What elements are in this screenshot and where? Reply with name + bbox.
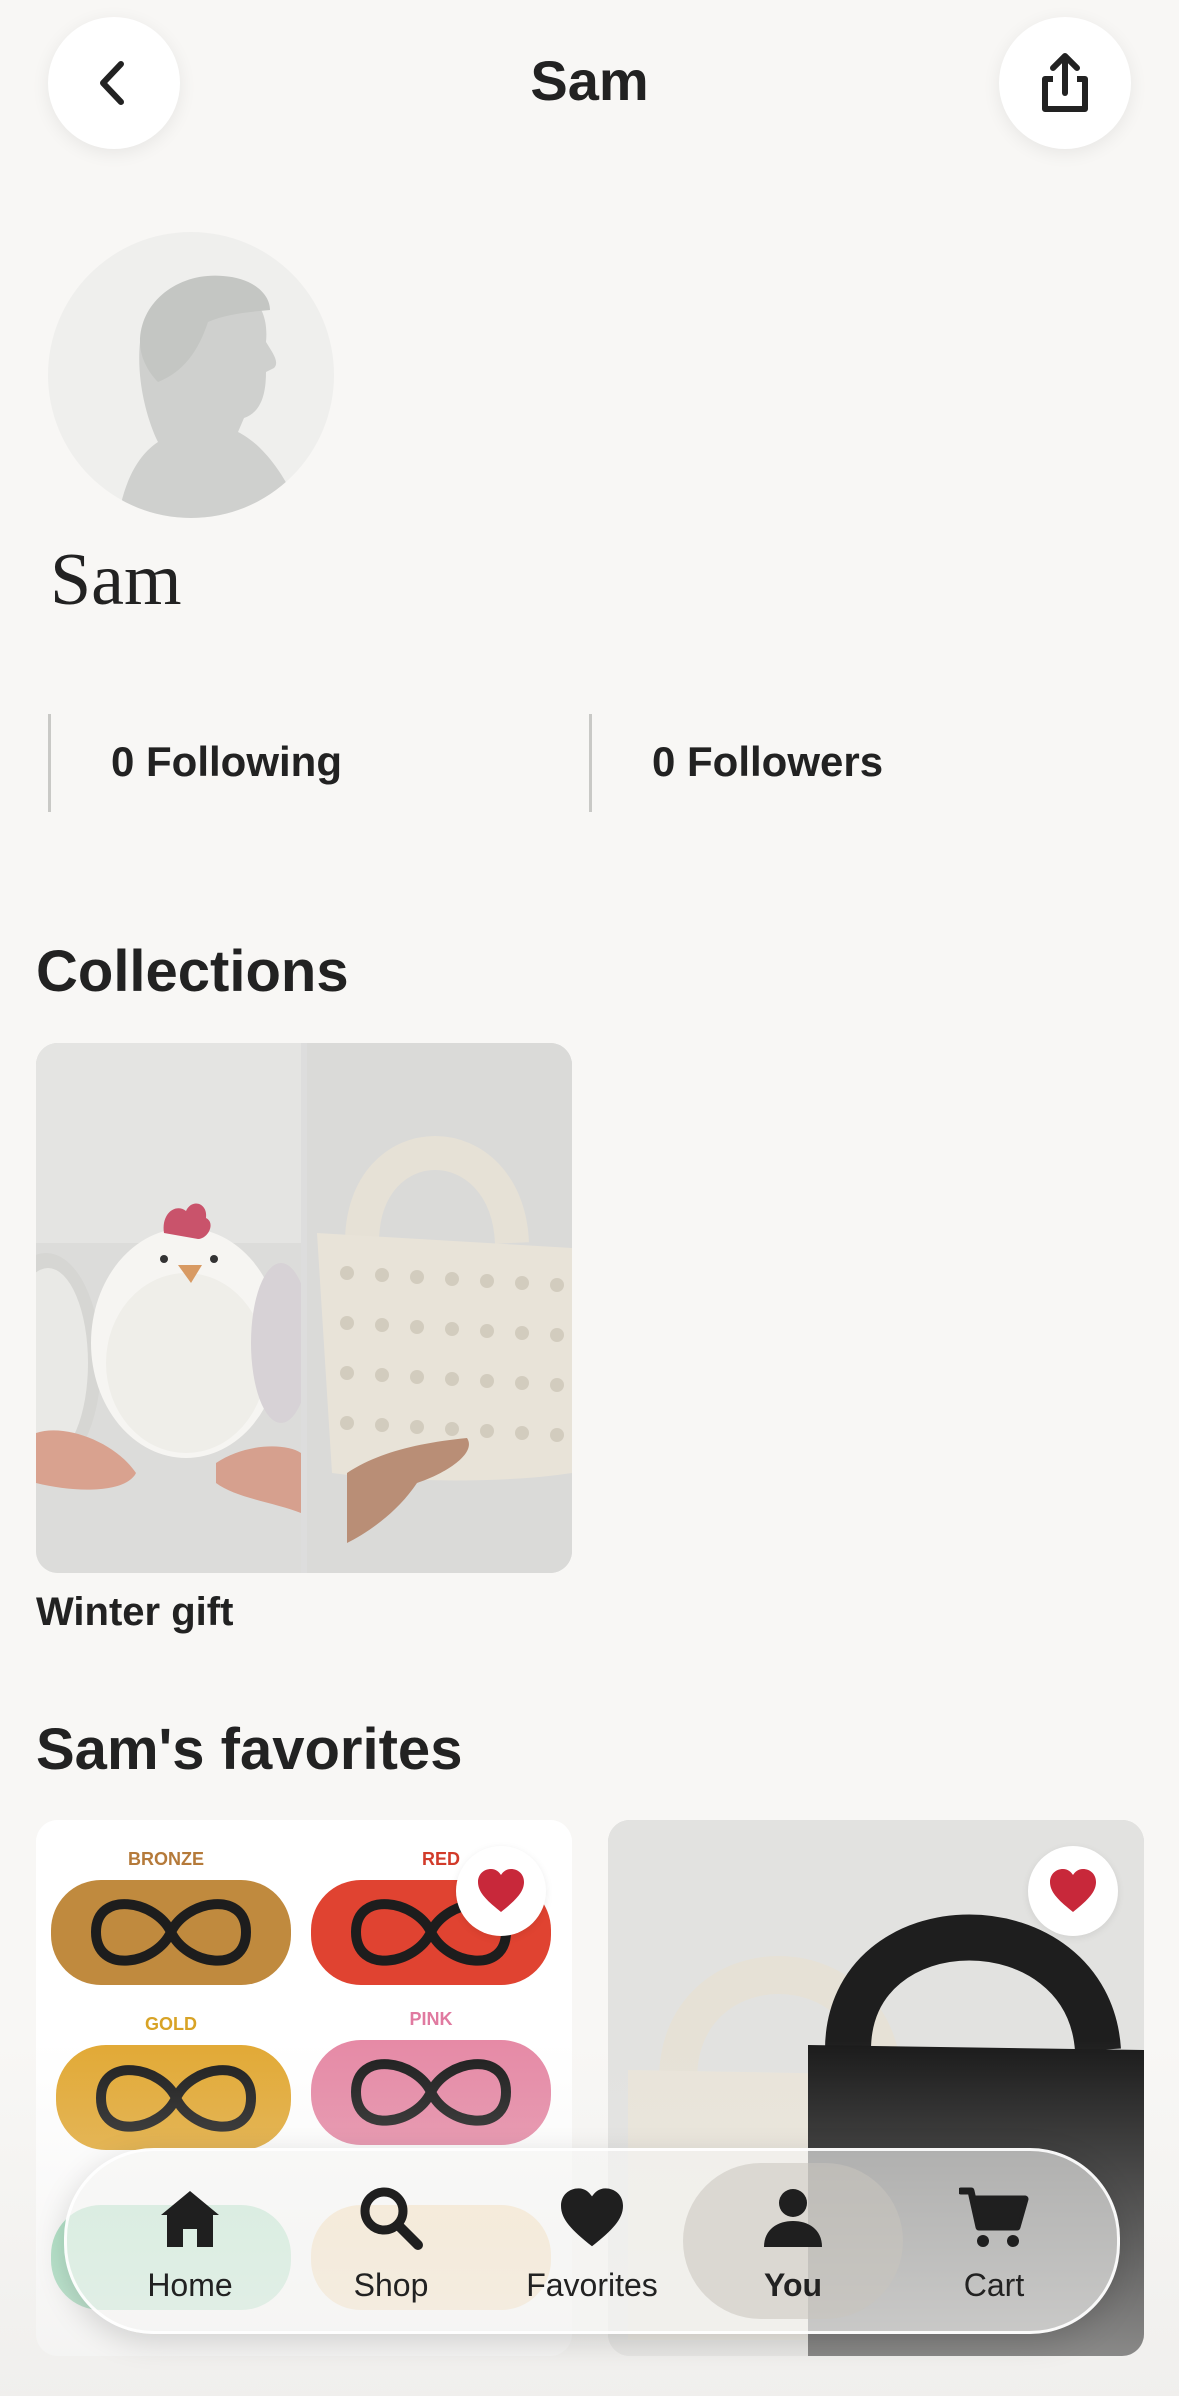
favorite-toggle-button[interactable] [456, 1846, 546, 1936]
favorites-heading: Sam's favorites [36, 1717, 463, 1782]
tab-favorites[interactable]: Favorites [492, 2151, 692, 2331]
share-button[interactable] [999, 17, 1131, 149]
collection-card[interactable] [36, 1043, 572, 1573]
followers-count[interactable]: 0 Followers [589, 714, 1112, 812]
default-avatar-silhouette-icon [118, 275, 303, 518]
top-bar: Sam [0, 0, 1179, 170]
patch-label-gold: GOLD [145, 2014, 197, 2034]
search-icon [360, 2187, 423, 2250]
tab-cart[interactable]: Cart [894, 2151, 1094, 2331]
tab-favorites-label: Favorites [526, 2267, 658, 2303]
tab-cart-label: Cart [963, 2267, 1025, 2303]
favorite-toggle-button[interactable] [1028, 1846, 1118, 1936]
tab-you-label: You [763, 2267, 823, 2303]
following-count[interactable]: 0 Following [48, 714, 571, 812]
bottom-tab-bar: Home Shop Favorites You Cart [64, 2148, 1120, 2334]
tab-home[interactable]: Home [90, 2151, 290, 2331]
collections-heading: Collections [36, 939, 349, 1004]
person-icon [764, 2189, 822, 2247]
profile-name: Sam [50, 539, 182, 621]
collection-image-crochet-bag [307, 1043, 572, 1573]
tab-you[interactable]: You [693, 2151, 893, 2331]
patch-label-pink: PINK [409, 2009, 452, 2029]
avatar [48, 232, 334, 518]
heart-icon [561, 2188, 623, 2247]
tab-home-label: Home [147, 2267, 233, 2303]
followers-label: 0 Followers [652, 738, 884, 785]
share-icon [1042, 53, 1088, 112]
cart-icon [959, 2187, 1029, 2247]
collection-name[interactable]: Winter gift [36, 1590, 233, 1635]
tab-shop[interactable]: Shop [291, 2151, 491, 2331]
home-icon [161, 2191, 219, 2247]
collection-image-crochet-chicken [36, 1043, 301, 1573]
heart-filled-icon [478, 1869, 524, 1912]
heart-filled-icon [1050, 1869, 1096, 1912]
following-label: 0 Following [111, 738, 342, 785]
patch-label-red: RED [422, 1849, 460, 1869]
patch-label-bronze: BRONZE [128, 1849, 204, 1869]
tab-shop-label: Shop [353, 2267, 429, 2303]
